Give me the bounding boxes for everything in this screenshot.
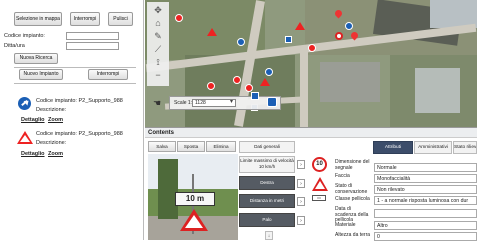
edit-pencil-icon[interactable]: ✎ [152, 31, 164, 41]
sign-photo: 10 m [148, 154, 238, 240]
map-sign-marker[interactable] [265, 68, 273, 76]
chevron-right-icon[interactable]: › [297, 216, 305, 225]
map-sign-marker[interactable] [285, 36, 292, 43]
save-button[interactable]: Salva [148, 141, 176, 152]
measure-icon[interactable]: ⟋ [152, 44, 164, 54]
chevron-right-icon[interactable]: › [297, 197, 305, 206]
chevron-down-icon[interactable]: ▾ [230, 98, 233, 105]
contents-title: Contents [145, 127, 477, 138]
property-label: Materiale [335, 222, 356, 228]
right-side-option[interactable]: Destra [239, 176, 295, 190]
home-icon[interactable]: ⌂ [152, 18, 164, 28]
map-sign-marker[interactable] [233, 76, 241, 84]
map-sign-marker[interactable] [175, 14, 183, 22]
speed-limit-sign-icon: 10 [312, 157, 327, 172]
map-sign-marker[interactable] [267, 97, 277, 107]
company-label: Ditta/ura [4, 43, 25, 49]
divider [14, 83, 136, 84]
interrupt-new-button[interactable]: Interrompi [88, 69, 128, 80]
ruler-icon[interactable]: ⟟ [152, 57, 164, 67]
hand-cursor-icon[interactable]: ☚ [151, 98, 163, 108]
map-road [300, 50, 308, 127]
map-sign-marker[interactable] [335, 32, 343, 40]
photo-distance-plate: 10 m [175, 192, 215, 206]
general-data-option[interactable]: Dati generali [239, 141, 295, 153]
down-arrow-icon[interactable]: ↓ [265, 231, 273, 240]
tab-attributes[interactable]: Attributi [373, 141, 413, 154]
result-zoom-link[interactable]: Zoom [48, 151, 63, 157]
installation-code-input[interactable] [66, 32, 119, 40]
map-sign-marker[interactable] [245, 84, 253, 92]
scale-label: Scale 1: [174, 100, 193, 106]
property-label: Altezza da terra [335, 232, 371, 238]
move-button[interactable]: Sposta [177, 141, 205, 152]
company-input[interactable] [66, 42, 119, 50]
property-value[interactable]: Normale [374, 163, 477, 172]
clear-button[interactable]: Pulisci [108, 12, 133, 26]
result-zoom-link[interactable]: Zoom [48, 117, 63, 123]
result-code-text: Codice impianto: P2_Supporto_988 [36, 131, 123, 137]
map-toolbar: ✥ ⌂ ✎ ⟋ ⟟ − [147, 2, 169, 86]
property-value[interactable]: Altro [374, 221, 477, 230]
result-description-label: Descrizione: [36, 107, 67, 113]
installation-code-label: Codice impianto: [4, 33, 45, 39]
map-sign-marker[interactable] [251, 92, 259, 100]
pan-icon[interactable]: ✥ [152, 5, 164, 15]
property-value[interactable]: 1 - a normale risposta luminosa con dur [374, 196, 477, 205]
blue-arrow-sign-icon [18, 97, 31, 110]
distance-plate-icon: ▭ [312, 195, 326, 201]
map-building [320, 62, 380, 102]
divider [14, 67, 136, 68]
pole-option[interactable]: Palo [239, 213, 295, 227]
new-search-button[interactable]: Nuova Ricerca [14, 53, 58, 64]
property-label: Faccia [335, 173, 350, 179]
property-label: Classe pellicola [335, 196, 370, 202]
map-sign-marker[interactable] [260, 78, 270, 86]
result-detail-link[interactable]: Dettaglio [21, 151, 45, 157]
delete-button[interactable]: Elimina [206, 141, 236, 152]
tab-administrative[interactable]: Amministrativi [414, 141, 452, 154]
property-value[interactable] [374, 209, 477, 218]
photo-warning-sign [180, 209, 208, 231]
map-sign-marker[interactable] [308, 44, 316, 52]
distance-option[interactable]: Distanza in metri [239, 194, 295, 208]
chevron-right-icon[interactable]: › [297, 160, 305, 169]
scale-selector[interactable]: Scale 1: 1128 ▾ [169, 96, 281, 110]
property-label: Dimensione del segnale [335, 159, 370, 171]
search-panel: Selezione in mappa Interrompi Pulisci Co… [0, 0, 144, 240]
zoom-out-icon[interactable]: − [152, 70, 164, 80]
speed-limit-option[interactable]: Limite massimo di velocità 10 km/h [239, 156, 295, 173]
tab-survey-status[interactable]: Stato rilievo [453, 141, 477, 154]
property-value[interactable]: Monofaccialità [374, 174, 477, 183]
result-description-label: Descrizione: [36, 140, 67, 146]
map-sign-marker[interactable] [295, 22, 305, 30]
result-detail-link[interactable]: Dettaglio [21, 117, 45, 123]
warning-triangle-sign-icon [312, 177, 328, 191]
result-code-text: Codice impianto: P2_Supporto_988 [36, 98, 123, 104]
select-on-map-button[interactable]: Selezione in mappa [14, 12, 62, 26]
map-sign-marker[interactable] [207, 82, 215, 90]
contents-panel: Contents Salva Sposta Elimina 10 m Dati … [145, 127, 477, 241]
map-sign-marker[interactable] [207, 28, 217, 36]
warning-triangle-sign-icon [17, 131, 33, 144]
new-installation-button[interactable]: Nuovo Impianto [19, 69, 63, 80]
property-label: Stato di conservazione [335, 183, 368, 195]
map-building [415, 68, 460, 113]
map-sign-marker[interactable] [237, 38, 245, 46]
interrupt-button[interactable]: Interrompi [70, 12, 100, 26]
map-sign-marker[interactable] [345, 22, 353, 30]
photo-tree [158, 159, 178, 219]
property-value[interactable]: Non rilevato [374, 185, 477, 194]
map-view[interactable]: ✥ ⌂ ✎ ⟋ ⟟ − ☚ Scale 1: 1128 ▾ [145, 0, 477, 127]
chevron-right-icon[interactable]: › [297, 179, 305, 188]
